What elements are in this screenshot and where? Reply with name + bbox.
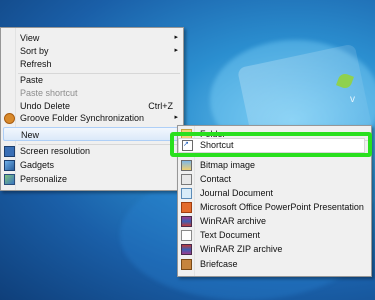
- menu-item-personalize[interactable]: Personalize: [1, 172, 183, 186]
- submenu-item-briefcase[interactable]: Briefcase: [178, 257, 371, 271]
- winrar-icon: [181, 216, 192, 227]
- menu-item-refresh[interactable]: Refresh: [1, 57, 183, 71]
- contact-icon: [181, 174, 192, 185]
- gadgets-icon: [4, 160, 15, 171]
- menu-item-label: Shortcut: [200, 140, 234, 150]
- menu-item-paste[interactable]: Paste: [1, 73, 183, 87]
- menu-item-label: Contact: [200, 174, 232, 184]
- menu-item-label: Refresh: [20, 59, 52, 69]
- submenu-arrow-icon: ▸: [174, 47, 178, 54]
- journal-icon: [181, 188, 192, 199]
- menu-item-label: New: [21, 130, 40, 140]
- menu-item-label: Screen resolution: [20, 146, 91, 156]
- submenu-item-journal[interactable]: Journal Document: [178, 186, 371, 200]
- submenu-item-text[interactable]: Text Document: [178, 228, 371, 242]
- desktop-context-menu: View ▸ Sort by ▸ Refresh Paste Paste sho…: [0, 27, 184, 191]
- menu-item-gadgets[interactable]: Gadgets: [1, 158, 183, 172]
- menu-item-label: Gadgets: [20, 160, 55, 170]
- submenu-item-bitmap[interactable]: Bitmap image: [178, 158, 371, 172]
- submenu-item-powerpoint[interactable]: Microsoft Office PowerPoint Presentation: [178, 200, 371, 214]
- menu-item-label: Microsoft Office PowerPoint Presentation: [200, 202, 364, 212]
- bird-decoration: v: [350, 94, 355, 105]
- shortcut-arrow-icon: ↗: [183, 141, 189, 148]
- screen-resolution-icon: [4, 146, 15, 157]
- submenu-item-winrar-zip[interactable]: WinRAR ZIP archive: [178, 242, 371, 256]
- menu-item-label: Journal Document: [200, 188, 274, 198]
- menu-item-label: Paste shortcut: [20, 88, 78, 98]
- menu-item-label: View: [20, 33, 40, 43]
- menu-item-label: Bitmap image: [200, 160, 256, 170]
- menu-item-paste-shortcut[interactable]: Paste shortcut: [1, 86, 183, 100]
- menu-item-label: Sort by: [20, 46, 49, 56]
- submenu-item-contact[interactable]: Contact: [178, 172, 371, 186]
- submenu-item-winrar[interactable]: WinRAR archive: [178, 214, 371, 228]
- menu-item-sort-by[interactable]: Sort by ▸: [1, 44, 183, 58]
- bitmap-icon: [181, 160, 192, 171]
- menu-item-label: Paste: [20, 75, 44, 85]
- text-document-icon: [181, 230, 192, 241]
- menu-item-screen-resolution[interactable]: Screen resolution: [1, 144, 183, 158]
- submenu-arrow-icon: ▸: [174, 34, 178, 41]
- menu-item-view[interactable]: View ▸: [1, 31, 183, 45]
- menu-item-label: Personalize: [20, 174, 68, 184]
- submenu-arrow-icon: ▸: [174, 114, 178, 121]
- menu-item-label: WinRAR ZIP archive: [200, 244, 283, 254]
- menu-item-label: Briefcase: [200, 259, 238, 269]
- groove-icon: [4, 113, 15, 124]
- menu-item-new[interactable]: New ▸: [3, 127, 181, 141]
- personalize-icon: [4, 174, 15, 185]
- winrar-zip-icon: [181, 244, 192, 255]
- powerpoint-icon: [181, 202, 192, 213]
- shortcut-item-highlighted[interactable]: ↗ Shortcut: [178, 138, 365, 153]
- menu-item-groove[interactable]: Groove Folder Synchronization ▸: [1, 111, 183, 125]
- briefcase-icon: [181, 259, 192, 270]
- menu-item-label: WinRAR archive: [200, 216, 267, 226]
- menu-item-label: Groove Folder Synchronization: [20, 113, 145, 123]
- menu-item-label: Text Document: [200, 230, 261, 240]
